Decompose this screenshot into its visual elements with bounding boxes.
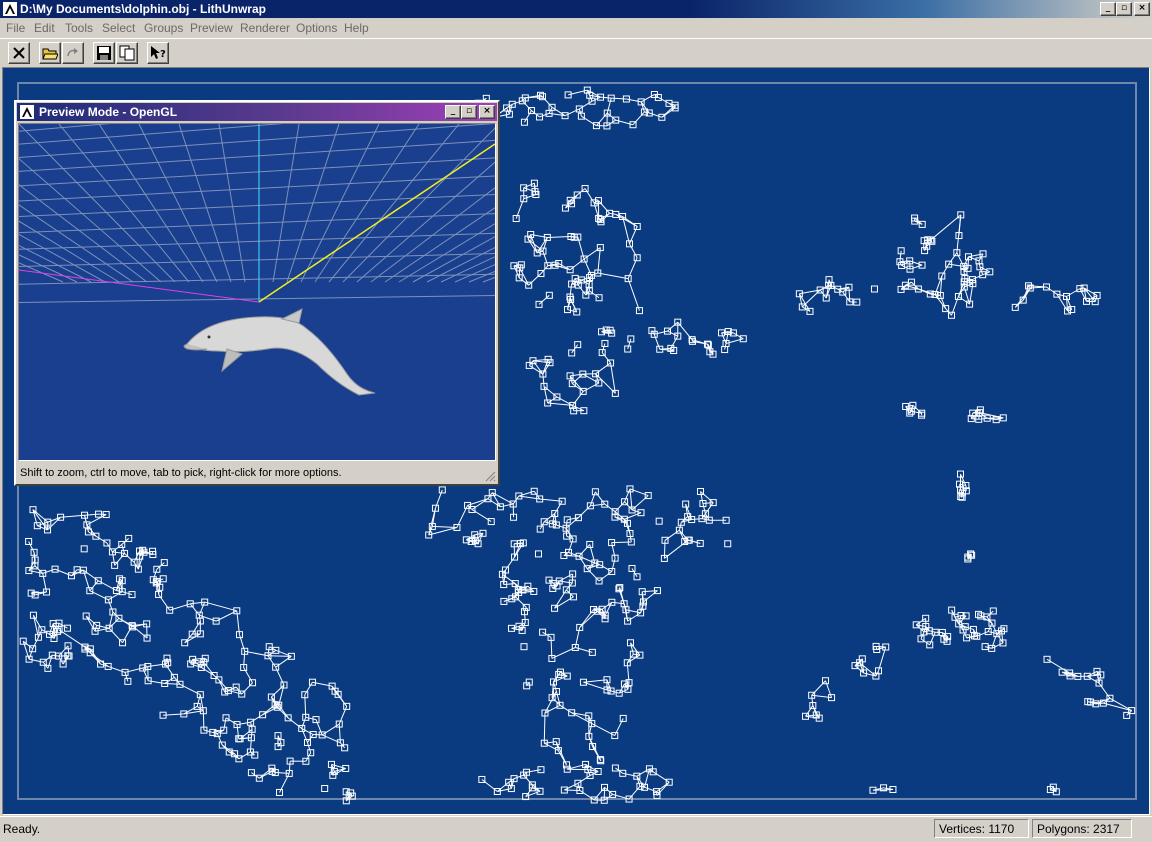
preview-maximize-button[interactable]: ▫ <box>461 105 477 119</box>
maximize-icon: ▫ <box>465 106 473 116</box>
menu-preview[interactable]: Preview <box>190 21 233 35</box>
x-axis-line <box>19 269 260 303</box>
maximize-button[interactable]: ▫ <box>1116 2 1132 16</box>
menu-edit[interactable]: Edit <box>34 21 55 35</box>
status-bar: Ready. Vertices: 1170 Polygons: 2317 <box>0 816 1152 842</box>
close-icon: × <box>483 106 491 116</box>
window-title: D:\My Documents\dolphin.obj - LithUnwrap <box>20 2 266 16</box>
vertices-count: Vertices: 1170 <box>934 819 1029 838</box>
minimize-icon: _ <box>450 106 456 116</box>
perspective-grid <box>19 124 495 396</box>
copy-icon <box>119 45 135 61</box>
toolbar: ? <box>0 38 1152 67</box>
preview-close-button[interactable]: × <box>479 105 495 119</box>
menu-options[interactable]: Options <box>296 21 337 35</box>
close-file-button[interactable] <box>8 42 30 64</box>
preview-title: Preview Mode - OpenGL <box>39 105 178 119</box>
save-button[interactable] <box>93 42 115 64</box>
copy-button[interactable] <box>116 42 138 64</box>
menu-tools[interactable]: Tools <box>65 21 93 35</box>
resize-grip-icon[interactable] <box>484 470 496 482</box>
menu-renderer[interactable]: Renderer <box>240 21 290 35</box>
polygons-count: Polygons: 2317 <box>1032 819 1132 838</box>
context-help-icon: ? <box>151 46 166 60</box>
status-text: Ready. <box>3 822 41 836</box>
restore-icon: ▫ <box>1120 3 1128 13</box>
minimize-button[interactable]: _ <box>1100 2 1116 16</box>
redo-icon <box>67 48 78 57</box>
opengl-viewport[interactable] <box>18 123 496 461</box>
preview-title-bar[interactable]: Preview Mode - OpenGL _ ▫ × <box>17 103 497 121</box>
minimize-icon: _ <box>1105 3 1111 13</box>
close-icon: × <box>1138 3 1146 13</box>
menu-bar: File Edit Tools Select Groups Preview Re… <box>0 18 1152 38</box>
preview-window[interactable]: Preview Mode - OpenGL _ ▫ × Shift to zoo… <box>14 100 500 486</box>
context-help-button[interactable]: ? <box>147 42 169 64</box>
z-axis-line <box>258 143 495 303</box>
window-title-bar[interactable]: D:\My Documents\dolphin.obj - LithUnwrap… <box>0 0 1152 18</box>
open-button[interactable] <box>39 42 61 64</box>
preview-minimize-button[interactable]: _ <box>445 105 461 119</box>
redo-button[interactable] <box>62 42 84 64</box>
menu-groups[interactable]: Groups <box>144 21 183 35</box>
open-folder-icon <box>42 48 58 60</box>
menu-help[interactable]: Help <box>344 21 369 35</box>
close-icon <box>13 47 25 59</box>
dolphin-model <box>183 308 376 396</box>
preview-hint: Shift to zoom, ctrl to move, tab to pick… <box>20 467 342 479</box>
app-icon <box>20 105 34 119</box>
menu-select[interactable]: Select <box>102 21 135 35</box>
close-button[interactable]: × <box>1134 2 1150 16</box>
svg-text:?: ? <box>160 49 166 60</box>
app-icon <box>3 2 17 16</box>
save-icon <box>97 46 111 60</box>
menu-file[interactable]: File <box>6 21 25 35</box>
